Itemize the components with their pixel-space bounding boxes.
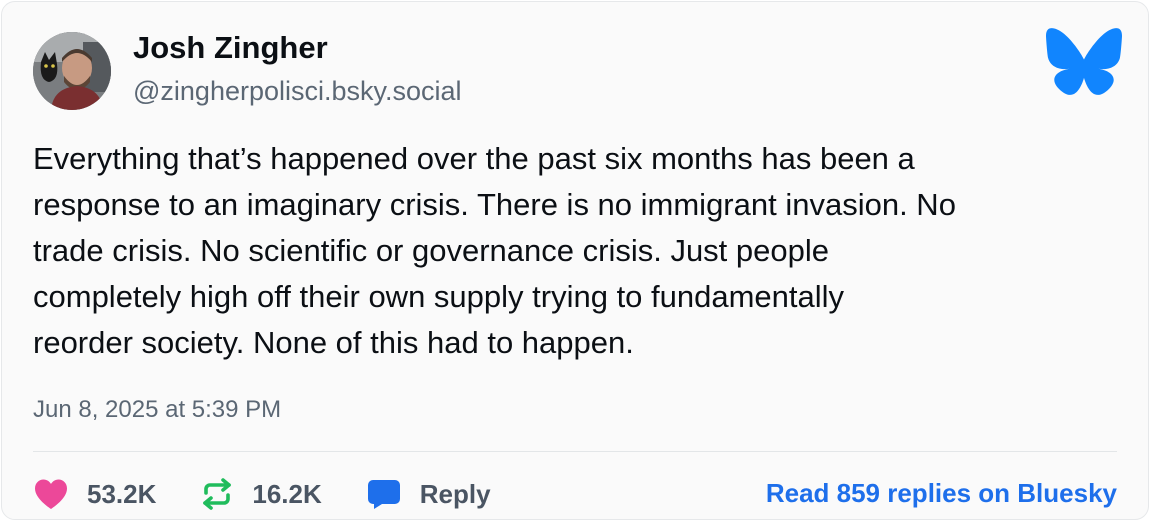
like-button[interactable]: 53.2K <box>33 478 156 510</box>
post-text-line: response to an imaginary crisis. There i… <box>33 187 956 222</box>
speech-bubble-icon <box>367 480 400 509</box>
reply-button[interactable]: Reply <box>366 478 491 510</box>
post-text-line: completely high off their own supply try… <box>33 279 845 314</box>
avatar[interactable] <box>33 32 111 110</box>
post-timestamp[interactable]: Jun 8, 2025 at 5:39 PM <box>33 396 281 424</box>
divider <box>33 451 1117 452</box>
post-text-line: trade crisis. No scientific or governanc… <box>33 233 829 268</box>
post-text-line: Everything that’s happened over the past… <box>33 141 915 176</box>
post-text: Everything that’s happened over the past… <box>33 136 1123 366</box>
author-handle[interactable]: @zingherpolisci.bsky.social <box>133 76 462 107</box>
post-card: Josh Zingher @zingherpolisci.bsky.social… <box>1 1 1149 520</box>
reply-label: Reply <box>419 478 491 509</box>
action-bar: 53.2K 16.2K Reply <box>33 474 535 514</box>
post-text-line: reorder society. None of this had to hap… <box>33 325 634 360</box>
like-count: 53.2K <box>87 478 157 509</box>
author-display-name[interactable]: Josh Zingher <box>133 30 328 66</box>
heart-icon <box>35 479 67 509</box>
repost-count: 16.2K <box>252 478 322 509</box>
read-replies-link[interactable]: Read 859 replies on Bluesky <box>766 478 1117 509</box>
repost-arrows-icon <box>203 478 232 510</box>
bluesky-butterfly-icon[interactable] <box>1046 28 1122 96</box>
repost-button[interactable]: 16.2K <box>200 478 322 510</box>
avatar-photo <box>33 32 111 110</box>
